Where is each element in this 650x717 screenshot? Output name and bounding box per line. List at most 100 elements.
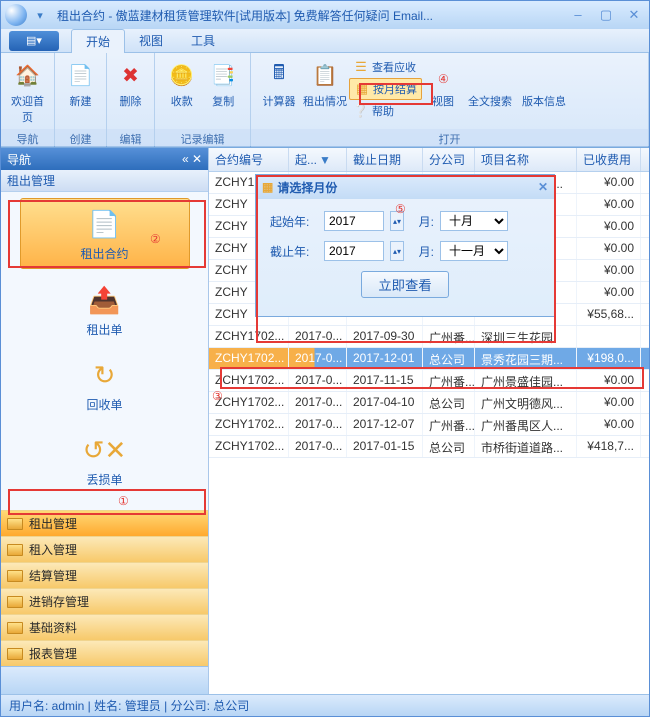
- calc-button[interactable]: 🖩 计算器: [257, 57, 301, 129]
- tab-view[interactable]: 视图: [125, 29, 177, 53]
- month-label-1: 月:: [410, 213, 434, 230]
- cell: [577, 326, 641, 347]
- home-button[interactable]: 🏠 欢迎首页: [7, 57, 48, 129]
- info-icon: [528, 59, 560, 91]
- cell: 2017-0...: [289, 348, 347, 369]
- spinner-icon[interactable]: ▴▾: [390, 211, 404, 231]
- minimize-button[interactable]: –: [567, 7, 589, 23]
- cell: ZCHY1702...: [209, 370, 289, 391]
- group-reports[interactable]: 报表管理: [1, 640, 208, 666]
- cell: ZCHY1702...: [209, 326, 289, 347]
- recycle-icon: ↻: [86, 356, 124, 394]
- start-month-select[interactable]: 十月: [440, 211, 508, 231]
- view-button[interactable]: 视图: [424, 57, 462, 129]
- end-year-input[interactable]: [324, 241, 384, 261]
- cell: 广州番...: [423, 414, 475, 435]
- col-branch[interactable]: 分公司: [423, 148, 475, 171]
- tab-tools[interactable]: 工具: [177, 29, 229, 53]
- tree-rent-order[interactable]: 📤 租出单: [20, 275, 190, 344]
- table-row[interactable]: ZCHY1702...2017-0...2017-12-07广州番...广州番禺…: [209, 414, 649, 436]
- folder-icon: [7, 544, 23, 556]
- cell: ZCHY1702...: [209, 414, 289, 435]
- dialog-title[interactable]: ▦ 请选择月份 ✕: [256, 175, 554, 199]
- cell: 2017-11-15: [347, 370, 423, 391]
- tree-loss-order[interactable]: ↺✕ 丢损单: [20, 425, 190, 494]
- collect-button[interactable]: 🪙 收款: [161, 57, 203, 129]
- close-button[interactable]: ✕: [623, 7, 645, 23]
- table-row[interactable]: ZCHY1702...2017-0...2017-11-15广州番...广州景盛…: [209, 370, 649, 392]
- file-menu-button[interactable]: ▤▾: [9, 31, 59, 51]
- tab-start[interactable]: 开始: [71, 29, 125, 53]
- col-end[interactable]: 截止日期: [347, 148, 423, 171]
- monthly-settle-button[interactable]: ▦ 按月结算: [349, 78, 422, 100]
- copy-button[interactable]: 📑 复制: [203, 57, 245, 129]
- end-year-label: 截止年:: [270, 243, 318, 260]
- spinner-icon[interactable]: ▴▾: [390, 241, 404, 261]
- group-basic[interactable]: 基础资料: [1, 614, 208, 640]
- table-row[interactable]: ZCHY1702...2017-0...2017-04-10总公司广州文明德风.…: [209, 392, 649, 414]
- sort-desc-icon: ▼: [319, 153, 331, 167]
- cell: 广州景盛佳园...: [475, 370, 577, 391]
- check-receivable-button[interactable]: ☰ 查看应收: [349, 57, 422, 77]
- cell: 2017-09-30: [347, 326, 423, 347]
- quick-access-toolbar: ▾: [31, 6, 49, 24]
- dialog-title-text: 请选择月份: [277, 179, 337, 196]
- cell: ¥0.00: [577, 370, 641, 391]
- tree-rent-contract[interactable]: 📄 租出合约: [20, 198, 190, 269]
- col-start[interactable]: 起...▼: [289, 148, 347, 171]
- section-header[interactable]: 租出管理: [1, 170, 208, 192]
- col-contract-id[interactable]: 合约编号: [209, 148, 289, 171]
- col-project[interactable]: 项目名称: [475, 148, 577, 171]
- coins-icon: 🪙: [166, 59, 198, 91]
- tree-recycle-order[interactable]: ↻ 回收单: [20, 350, 190, 419]
- group-settle[interactable]: 结算管理: [1, 562, 208, 588]
- rent-status-button[interactable]: 📋 租出情况: [303, 57, 347, 129]
- start-year-label: 起始年:: [270, 213, 318, 230]
- nav-header: 导航 « ✕: [1, 148, 208, 170]
- maximize-button[interactable]: ▢: [595, 7, 617, 23]
- collect-label: 收款: [171, 93, 193, 109]
- app-orb-icon[interactable]: [5, 4, 27, 26]
- nav-tree: 📄 租出合约 📤 租出单 ↻ 回收单 ↺✕ 丢损单: [1, 192, 208, 500]
- group-rent-in[interactable]: 租入管理: [1, 536, 208, 562]
- copy-label: 复制: [212, 93, 234, 109]
- view-now-button[interactable]: 立即查看: [361, 271, 448, 298]
- version-button[interactable]: 版本信息: [518, 57, 570, 129]
- delete-icon: ✖: [115, 59, 147, 91]
- cell: 广州番...: [423, 370, 475, 391]
- dialog-close-button[interactable]: ✕: [538, 180, 548, 194]
- calc-label: 计算器: [263, 93, 296, 109]
- app-window: ▾ 租出合约 - 傲蓝建材租赁管理软件[试用版本] 免费解答任何疑问 Email…: [0, 0, 650, 717]
- table-row[interactable]: ZCHY1702...2017-0...2017-09-30广州番...深圳三生…: [209, 326, 649, 348]
- cell: 市桥街道道路...: [475, 436, 577, 457]
- end-month-select[interactable]: 十一月: [440, 241, 508, 261]
- help-button[interactable]: ❔ 帮助: [349, 101, 422, 121]
- cell: 深圳三生花园: [475, 326, 577, 347]
- table-row[interactable]: ZCHY1702...2017-0...2017-01-15总公司市桥街道道路.…: [209, 436, 649, 458]
- view-label: 视图: [432, 93, 454, 109]
- col-fee[interactable]: 已收费用: [577, 148, 641, 171]
- group-rent-out[interactable]: 租出管理: [1, 510, 208, 536]
- cell: ¥198,0...: [577, 348, 641, 369]
- nav-chevron-icon[interactable]: « ✕: [182, 152, 202, 166]
- fulltext-search-button[interactable]: 全文搜索: [464, 57, 516, 129]
- nav-groups: 租出管理 租入管理 结算管理 进销存管理 基础资料 报表管理: [1, 510, 208, 666]
- folder-icon: [7, 596, 23, 608]
- delete-button[interactable]: ✖ 删除: [113, 57, 148, 129]
- group-inventory[interactable]: 进销存管理: [1, 588, 208, 614]
- month-label-2: 月:: [410, 243, 434, 260]
- qat-save-icon[interactable]: ▾: [31, 6, 49, 24]
- new-button[interactable]: 📄 新建: [61, 57, 100, 129]
- g0: 租出管理: [29, 515, 77, 532]
- tree-label-1: 租出单: [86, 321, 122, 338]
- list-icon: ☰: [353, 59, 369, 75]
- table-row[interactable]: ZCHY1702...2017-0...2017-12-01总公司景秀花园三期.…: [209, 348, 649, 370]
- cell: 2017-0...: [289, 392, 347, 413]
- cell: ¥0.00: [577, 392, 641, 413]
- cell: ¥0.00: [577, 172, 641, 193]
- cell: 总公司: [423, 436, 475, 457]
- group-open-label: 打开: [251, 129, 648, 149]
- doc-icon: 📋: [309, 59, 341, 91]
- cell: 总公司: [423, 348, 475, 369]
- start-year-input[interactable]: [324, 211, 384, 231]
